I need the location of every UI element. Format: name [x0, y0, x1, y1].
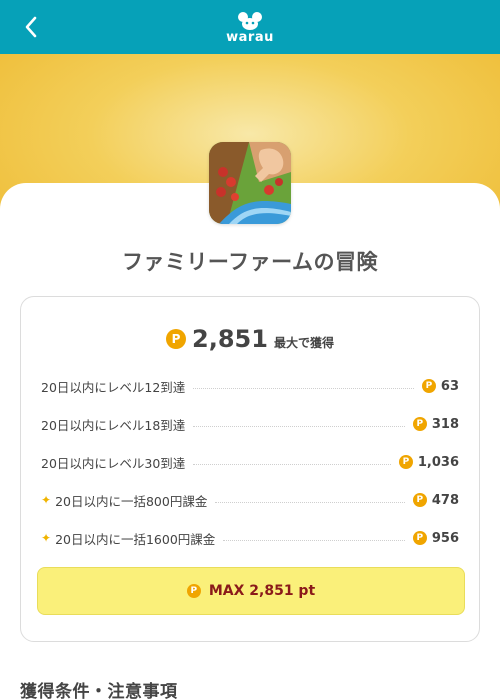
reward-row-label: ✦ 20日以内に一括1600円課金 [41, 531, 216, 547]
reward-row: 20日以内にレベル18到達 P 318 [41, 405, 459, 443]
logo-text: warau [226, 30, 274, 45]
leader-dots [193, 387, 414, 389]
leader-dots [223, 539, 405, 541]
sparkle-icon: ✦ [41, 531, 52, 545]
point-coin-icon: P [166, 329, 187, 349]
point-coin-icon: P [186, 584, 201, 598]
reward-list: 20日以内にレベル12到達 P 63 20日以内にレベル18到達 P 318 2… [41, 367, 459, 557]
point-coin-icon: P [398, 455, 413, 469]
reward-row: ✦ 20日以内に一括800円課金 P 478 [41, 481, 459, 519]
logo-mark-icon [237, 12, 262, 30]
reward-row-label: 20日以内にレベル30到達 [41, 455, 186, 471]
leader-dots [193, 425, 405, 427]
reward-row: ✦ 20日以内に一括1600円課金 P 956 [41, 519, 459, 557]
point-coin-icon: P [412, 531, 427, 545]
reward-row-value: 63 [440, 378, 459, 394]
reward-card: P 2,851 最大で獲得 20日以内にレベル12到達 P 63 20日以内にレ… [20, 296, 480, 642]
chevron-left-icon [25, 16, 37, 38]
reward-row-value: 1,036 [417, 454, 459, 470]
point-coin-icon: P [412, 417, 427, 431]
section-title: 獲得条件・注意事項 [20, 682, 178, 700]
reward-row-value: 956 [431, 530, 459, 546]
app-title: ファミリーファームの冒険 [121, 250, 379, 274]
total-value: 2,851 [192, 325, 268, 353]
max-points-button[interactable]: P MAX 2,851 pt [37, 567, 465, 615]
reward-row-label: 20日以内にレベル18到達 [41, 417, 186, 433]
reward-row: 20日以内にレベル30到達 P 1,036 [41, 443, 459, 481]
leader-dots [193, 463, 391, 465]
point-coin-icon: P [421, 379, 436, 393]
top-bar: warau [0, 0, 500, 54]
sparkle-icon: ✦ [41, 493, 52, 507]
total-points: P 2,851 最大で獲得 [21, 325, 479, 353]
leader-dots [215, 501, 405, 503]
farm-illustration [209, 142, 291, 224]
reward-row-label: ✦ 20日以内に一括800円課金 [41, 493, 208, 509]
reward-row: 20日以内にレベル12到達 P 63 [41, 367, 459, 405]
warau-logo[interactable]: warau [226, 11, 274, 45]
point-coin-icon: P [412, 493, 427, 507]
total-suffix: 最大で獲得 [273, 335, 334, 350]
reward-row-value: 318 [431, 416, 459, 432]
reward-row-label: 20日以内にレベル12到達 [41, 379, 186, 395]
app-icon [209, 142, 291, 224]
back-button[interactable] [16, 12, 46, 42]
max-points-label: MAX 2,851 pt [208, 583, 316, 599]
reward-row-value: 478 [431, 492, 459, 508]
